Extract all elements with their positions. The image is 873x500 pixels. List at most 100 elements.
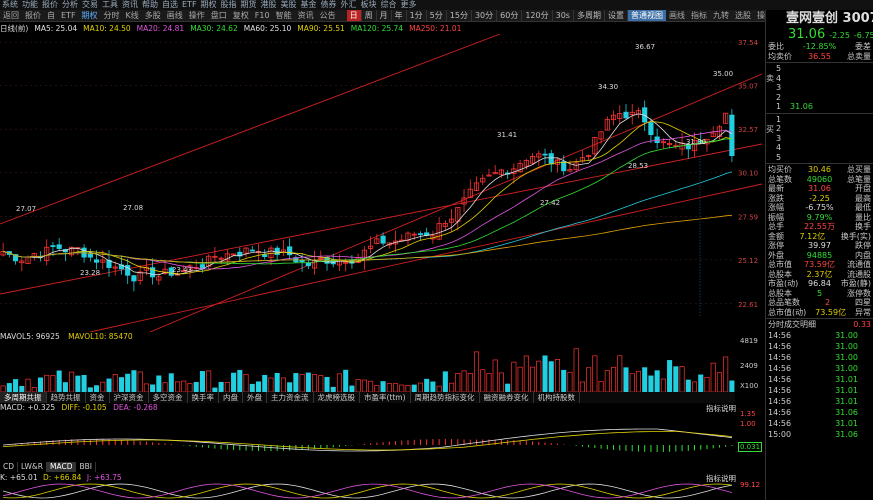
candle-body[interactable] (262, 254, 268, 258)
orderbook-row[interactable]: 4 (774, 143, 873, 153)
top-menu-item[interactable]: 报价 (42, 0, 58, 10)
top-menu-item[interactable]: 更多 (401, 0, 417, 10)
orderbook-row[interactable]: 5 (774, 64, 873, 74)
toolbar-button[interactable]: 资讯 (295, 10, 317, 21)
view-button[interactable]: 画线 (666, 10, 688, 21)
candle-body[interactable] (380, 235, 386, 244)
orderbook-row[interactable]: 1 (774, 115, 873, 125)
indicator-tab[interactable]: 趋势共振 (47, 392, 86, 403)
toolbar-button[interactable]: 期权 (79, 10, 101, 21)
view-button[interactable]: 普通视图 (627, 10, 666, 21)
top-menu-item[interactable]: 债券 (321, 0, 337, 10)
period-tab[interactable]: 年 (392, 10, 407, 21)
macd-chart[interactable] (0, 413, 762, 460)
candle-body[interactable] (729, 114, 735, 157)
top-menu-item[interactable]: 系统 (2, 0, 18, 10)
toolbar-button[interactable]: 操作 (186, 10, 208, 21)
orderbook-row[interactable]: 4 (774, 74, 873, 84)
subchart-tab[interactable]: BBI (76, 462, 96, 472)
candle-body[interactable] (287, 246, 293, 256)
top-menu-item[interactable]: 期权 (201, 0, 217, 10)
candle-body[interactable] (648, 122, 654, 136)
candle-body[interactable] (50, 245, 56, 247)
period-tab[interactable]: 60分 (497, 10, 523, 21)
top-menu-item[interactable]: 功能 (22, 0, 38, 10)
top-menu-item[interactable]: 资讯 (122, 0, 138, 10)
toolbar-button[interactable]: 智能 (273, 10, 295, 21)
top-menu-item[interactable]: 工具 (102, 0, 118, 10)
indicator-tab[interactable]: 多周期共振 (0, 392, 47, 403)
trend-line[interactable] (89, 183, 762, 332)
period-tab[interactable]: 设置 (605, 10, 628, 21)
candle-body[interactable] (131, 275, 137, 282)
indicator-tab[interactable]: 机构持股数 (534, 392, 581, 403)
indicator-tab[interactable]: 沪深资金 (110, 392, 149, 403)
toolbar-button[interactable]: ETF (58, 10, 79, 21)
orderbook-row[interactable]: 1 31.06 (774, 102, 873, 112)
candle-body[interactable] (199, 264, 206, 269)
top-menu-item[interactable]: 自选 (162, 0, 178, 10)
toolbar-button[interactable]: 返回 (0, 10, 22, 21)
trend-line[interactable] (149, 73, 762, 332)
subchart-tab[interactable]: LW&R (18, 462, 47, 472)
top-menu-item[interactable]: 外汇 (341, 0, 357, 10)
orderbook-row[interactable]: 2 (774, 93, 873, 103)
toolbar-button[interactable]: 报价 (22, 10, 44, 21)
indicator-tab[interactable]: 外盘 (243, 392, 267, 403)
orderbook-row[interactable]: 3 (774, 83, 873, 93)
volume-chart[interactable] (0, 342, 762, 392)
toolbar-button[interactable]: K线 (123, 10, 142, 21)
period-tab[interactable]: 120分 (522, 10, 553, 21)
top-menu-item[interactable]: 股指 (221, 0, 237, 10)
indicator-tab[interactable]: 市盈率(ttm) (360, 392, 411, 403)
candle-body[interactable] (305, 262, 311, 267)
orderbook-row[interactable]: 2 (774, 124, 873, 134)
candle-body[interactable] (417, 233, 424, 236)
period-tab[interactable]: 5分 (427, 10, 447, 21)
toolbar-button[interactable]: 画线 (164, 10, 186, 21)
kdj-chart[interactable] (0, 482, 762, 500)
candle-body[interactable] (623, 111, 629, 119)
toolbar-button[interactable]: 复权 (230, 10, 252, 21)
indicator-tab[interactable]: 龙虎榜选股 (314, 392, 360, 403)
top-menu-item[interactable]: 美股 (281, 0, 297, 10)
indicator-tab[interactable]: 主力资金流 (267, 392, 314, 403)
toolbar-button[interactable]: 公告 (317, 10, 339, 21)
candle-body[interactable] (93, 259, 100, 263)
indicator-tab[interactable]: 内盘 (219, 392, 243, 403)
period-tab[interactable]: 日 (346, 10, 362, 21)
period-tab[interactable]: 多周期 (574, 10, 605, 21)
period-tab[interactable]: 月 (377, 10, 392, 21)
indicator-tab[interactable]: 周期趋势指标变化 (411, 392, 480, 403)
orderbook-row[interactable]: 3 (774, 134, 873, 144)
candle-body[interactable] (548, 153, 554, 165)
indicator-tab[interactable]: 换手率 (188, 392, 219, 403)
period-tab[interactable]: 1分 (407, 10, 427, 21)
period-tab[interactable]: 15分 (447, 10, 472, 21)
view-button[interactable]: 指标 (688, 10, 710, 21)
candle-body[interactable] (299, 259, 305, 263)
candle-body[interactable] (249, 249, 255, 252)
tick-list[interactable]: 14:56 31.00 14:56 31.00 14:56 31.00 14:56 31.00… (766, 330, 873, 440)
top-menu-item[interactable]: 板块 (361, 0, 377, 10)
top-menu-item[interactable]: ETF (182, 0, 197, 10)
candle-body[interactable] (274, 247, 280, 255)
period-tab[interactable]: 周 (362, 10, 377, 21)
candle-body[interactable] (56, 244, 62, 249)
top-menu-item[interactable]: 交易 (82, 0, 98, 10)
top-menu-item[interactable]: 期货 (241, 0, 257, 10)
top-menu-item[interactable]: 港股 (261, 0, 277, 10)
toolbar-button[interactable]: 自 (44, 10, 58, 21)
top-menu-item[interactable]: 分析 (62, 0, 78, 10)
view-button[interactable]: 选股 (732, 10, 754, 21)
subchart-tab[interactable]: MACD (46, 462, 77, 472)
subchart-tab[interactable]: CD (0, 462, 19, 472)
toolbar-button[interactable]: 分时 (101, 10, 123, 21)
orderbook-row[interactable]: 5 (774, 153, 873, 163)
indicator-tab[interactable]: 融资融券变化 (480, 392, 534, 403)
top-menu-item[interactable]: 帮助 (142, 0, 158, 10)
view-button[interactable]: 九转 (710, 10, 732, 21)
toolbar-button[interactable]: 多股 (142, 10, 164, 21)
toolbar-button[interactable]: F10 (252, 10, 273, 21)
candle-body[interactable] (87, 253, 93, 258)
